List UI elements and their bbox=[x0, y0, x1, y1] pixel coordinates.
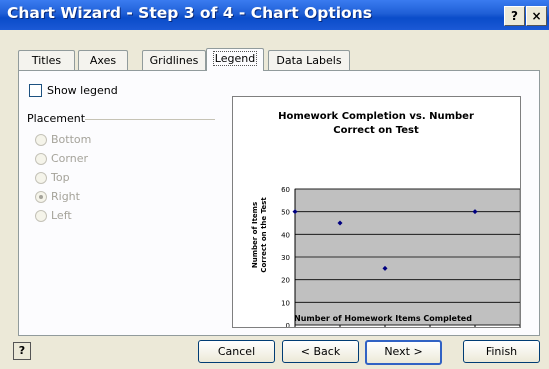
tab-axes[interactable]: Axes bbox=[78, 50, 128, 70]
show-legend-label: Show legend bbox=[47, 84, 118, 97]
window-title: Chart Wizard - Step 3 of 4 - Chart Optio… bbox=[7, 4, 372, 22]
tab-data-labels-label: Data Labels bbox=[276, 54, 342, 67]
tab-data-labels[interactable]: Data Labels bbox=[268, 50, 350, 70]
next-button-label: Next > bbox=[384, 345, 423, 358]
title-bar: Chart Wizard - Step 3 of 4 - Chart Optio… bbox=[0, 0, 549, 30]
radio-dot[interactable] bbox=[35, 152, 47, 165]
placement-corner-radio[interactable]: Corner bbox=[35, 152, 88, 165]
y-tick-label: 10 bbox=[281, 299, 290, 307]
radio-dot[interactable] bbox=[35, 133, 47, 146]
chart-title-line2: Correct on Test bbox=[333, 125, 419, 136]
chart-preview: Homework Completion vs. Number Correct o… bbox=[232, 96, 524, 339]
y-tick-label: 0 bbox=[286, 322, 290, 327]
placement-right-label: Right bbox=[51, 190, 80, 203]
placement-right-radio[interactable]: Right bbox=[35, 190, 80, 203]
tab-titles-label: Titles bbox=[31, 54, 62, 67]
y-tick-label: 60 bbox=[281, 186, 290, 194]
tab-gridlines-label: Gridlines bbox=[149, 54, 199, 67]
dialog-body: Titles Axes Gridlines Legend Data Labels… bbox=[0, 30, 549, 369]
y-axis-label-line2: Correct on the Test bbox=[260, 197, 268, 273]
close-button[interactable]: × bbox=[526, 6, 547, 26]
radio-dot[interactable] bbox=[35, 209, 47, 222]
show-legend-checkbox[interactable]: Show legend bbox=[29, 84, 118, 97]
placement-group-label: Placement bbox=[27, 112, 86, 125]
next-button[interactable]: Next > bbox=[365, 340, 442, 365]
placement-bottom-label: Bottom bbox=[51, 133, 92, 146]
chart-title-line1: Homework Completion vs. Number bbox=[278, 111, 474, 122]
radio-dot[interactable] bbox=[35, 190, 47, 203]
finish-button-label: Finish bbox=[485, 345, 518, 358]
y-tick-label: 30 bbox=[281, 254, 290, 262]
placement-top-label: Top bbox=[51, 171, 70, 184]
chart-preview-svg: Homework Completion vs. Number Correct o… bbox=[251, 111, 524, 339]
tab-titles[interactable]: Titles bbox=[18, 50, 75, 70]
y-axis-label-line1: Number of Items bbox=[251, 202, 259, 268]
checkbox-box[interactable] bbox=[29, 84, 42, 97]
legend-tab-panel: Show legend Placement Bottom Corner Top … bbox=[18, 70, 540, 339]
y-tick-label: 20 bbox=[281, 277, 290, 285]
back-button[interactable]: < Back bbox=[282, 340, 359, 363]
tab-legend-label: Legend bbox=[212, 51, 258, 66]
tab-legend[interactable]: Legend bbox=[206, 48, 264, 71]
y-tick-label: 40 bbox=[281, 231, 290, 239]
placement-group-divider bbox=[85, 119, 215, 120]
tab-gridlines[interactable]: Gridlines bbox=[142, 50, 206, 70]
back-button-label: < Back bbox=[300, 345, 341, 358]
placement-left-label: Left bbox=[51, 209, 72, 222]
placement-left-radio[interactable]: Left bbox=[35, 209, 72, 222]
x-axis-label: Number of Homework Items Completed bbox=[294, 314, 472, 323]
cancel-button[interactable]: Cancel bbox=[198, 340, 275, 363]
y-tick-label: 50 bbox=[281, 209, 290, 217]
radio-dot[interactable] bbox=[35, 171, 47, 184]
tab-axes-label: Axes bbox=[89, 54, 117, 67]
placement-top-radio[interactable]: Top bbox=[35, 171, 70, 184]
plot-area: 01020304050600510152025 bbox=[281, 186, 524, 339]
placement-corner-label: Corner bbox=[51, 152, 89, 165]
placement-bottom-radio[interactable]: Bottom bbox=[35, 133, 91, 146]
finish-button[interactable]: Finish bbox=[463, 340, 540, 363]
help-button[interactable]: ? bbox=[13, 342, 31, 360]
help-title-button[interactable]: ? bbox=[504, 6, 525, 26]
